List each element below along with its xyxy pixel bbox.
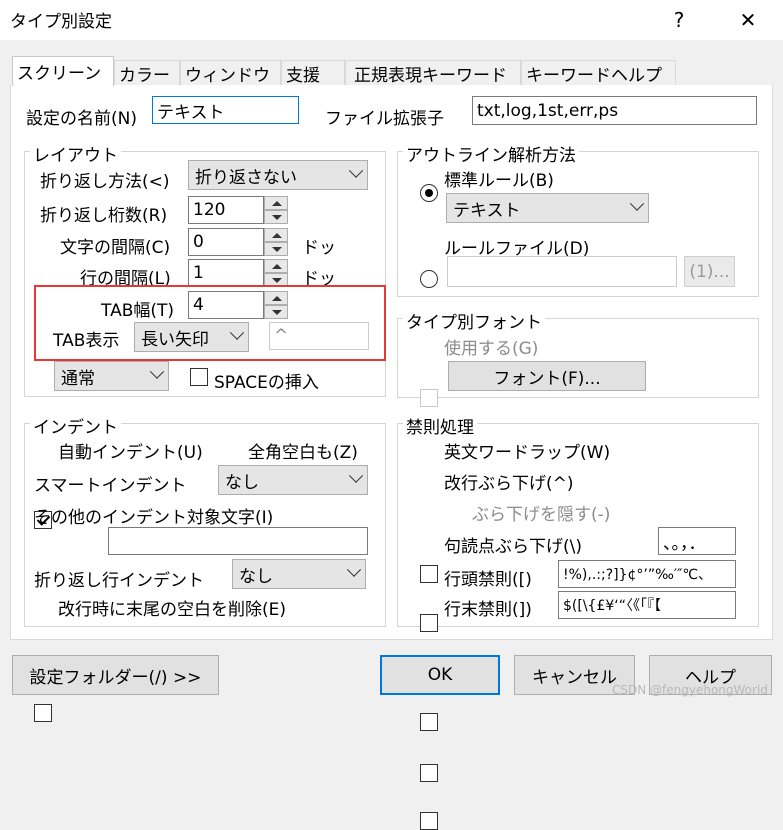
- punct-hang-label: 句読点ぶら下げ(\): [444, 537, 582, 557]
- smart-indent-select[interactable]: なし: [218, 465, 368, 495]
- line-end-label: 行末禁則(]): [444, 600, 532, 620]
- wrap-cols-spinner[interactable]: [264, 196, 288, 224]
- spin-up-icon[interactable]: [264, 259, 288, 273]
- wrap-indent-value: なし: [239, 566, 273, 587]
- wrap-method-label: 折り返し方法(<): [40, 172, 170, 192]
- tab-width-input[interactable]: 4: [188, 291, 264, 319]
- punct-hang-input[interactable]: 、。，．: [658, 527, 736, 555]
- font-use-label: 使用する(G): [444, 339, 539, 359]
- wrap-indent-select[interactable]: なし: [232, 559, 366, 589]
- fullwidth-space-label: 全角空白も(Z): [248, 443, 358, 463]
- help-icon[interactable]: ?: [656, 0, 702, 40]
- other-indent-input[interactable]: [108, 527, 368, 555]
- mode-value: 通常: [61, 368, 95, 389]
- line-spacing-spinner[interactable]: [264, 259, 288, 287]
- line-head-checkbox[interactable]: [420, 764, 438, 782]
- font-use-checkbox[interactable]: [420, 389, 438, 407]
- standard-rule-select[interactable]: テキスト: [446, 193, 649, 223]
- word-wrap-checkbox[interactable]: [420, 565, 438, 583]
- word-wrap-label: 英文ワードラップ(W): [444, 443, 611, 463]
- hide-hang-label: ぶら下げを隠す(-): [472, 505, 611, 525]
- wrap-cols-input[interactable]: 120: [188, 196, 264, 224]
- tab-width-spinner[interactable]: [264, 291, 288, 319]
- punct-hang-checkbox[interactable]: [420, 713, 438, 731]
- line-head-label: 行頭禁則([): [444, 570, 532, 590]
- standard-rule-radio[interactable]: [420, 184, 438, 202]
- tab-char-input[interactable]: ^: [269, 322, 369, 350]
- window-title: タイプ別設定: [10, 12, 112, 32]
- file-ext-input[interactable]: txt,log,1st,err,ps: [472, 96, 757, 125]
- chevron-down-icon: [346, 562, 362, 577]
- layout-group-title: レイアウト: [30, 141, 121, 166]
- tab-screen[interactable]: スクリーン: [12, 56, 114, 86]
- tab-regex-keyword[interactable]: 正規表現キーワード: [345, 60, 521, 86]
- trim-trailing-label: 改行時に末尾の空白を削除(E): [58, 600, 287, 620]
- chevron-down-icon: [348, 468, 364, 483]
- tab-window[interactable]: ウィンドウ: [180, 60, 281, 86]
- kinsoku-group-title: 禁則処理: [403, 413, 477, 438]
- smart-indent-value: なし: [225, 472, 259, 493]
- spin-down-icon[interactable]: [264, 210, 288, 224]
- auto-indent-label: 自動インデント(U): [58, 443, 203, 463]
- chevron-down-icon: [348, 163, 364, 178]
- watermark: CSDN @fengyehongWorld: [612, 683, 768, 697]
- wrap-method-value: 折り返さない: [195, 167, 297, 188]
- tab-display-select[interactable]: 長い矢印: [134, 322, 249, 352]
- smart-indent-label: スマートインデント: [34, 476, 187, 496]
- settings-name-input[interactable]: テキスト: [152, 96, 299, 124]
- spin-up-icon[interactable]: [264, 291, 288, 305]
- line-end-checkbox[interactable]: [420, 812, 438, 830]
- font-button[interactable]: フォント(F)...: [448, 361, 646, 391]
- line-head-input[interactable]: !%),.:;?]}¢°’”‰′″℃、: [558, 560, 736, 588]
- font-group-title: タイプ別フォント: [403, 308, 545, 333]
- tab-display-value: 長い矢印: [141, 329, 209, 350]
- char-spacing-input[interactable]: 0: [188, 228, 264, 256]
- spin-down-icon[interactable]: [264, 242, 288, 256]
- rule-file-input[interactable]: [447, 256, 677, 287]
- standard-rule-label: 標準ルール(B): [444, 171, 554, 191]
- mode-select[interactable]: 通常: [54, 361, 169, 391]
- wrap-method-select[interactable]: 折り返さない: [188, 160, 368, 190]
- outline-group-title: アウトライン解析方法: [403, 141, 579, 166]
- space-insert-checkbox[interactable]: [190, 368, 208, 386]
- tab-display-label: TAB表示: [53, 331, 120, 351]
- settings-folder-button[interactable]: 設定フォルダー(/) >>: [12, 655, 219, 695]
- spin-down-icon[interactable]: [264, 305, 288, 319]
- spin-up-icon[interactable]: [264, 196, 288, 210]
- char-spacing-label: 文字の間隔(C): [60, 238, 171, 258]
- chevron-down-icon: [629, 196, 645, 211]
- ok-button[interactable]: OK: [380, 655, 500, 695]
- tab-color[interactable]: カラー: [114, 60, 180, 86]
- tab-width-label: TAB幅(T): [101, 301, 175, 321]
- chevron-down-icon: [149, 364, 165, 379]
- space-insert-label: SPACEの挿入: [214, 373, 319, 393]
- rule-file-radio[interactable]: [420, 270, 438, 288]
- trim-trailing-checkbox[interactable]: [34, 704, 52, 722]
- file-ext-label: ファイル拡張子: [325, 109, 444, 129]
- wrap-indent-label: 折り返し行インデント: [34, 571, 204, 591]
- close-icon[interactable]: ✕: [725, 0, 771, 40]
- rule-file-browse-button[interactable]: (1)...: [684, 256, 735, 287]
- tab-keyword-help[interactable]: キーワードヘルプ: [521, 60, 676, 86]
- tab-support[interactable]: 支援: [281, 60, 345, 86]
- other-indent-label: その他のインデント対象文字(I): [34, 508, 274, 528]
- hang-newline-checkbox[interactable]: [420, 614, 438, 632]
- line-end-input[interactable]: $([\{£¥‘“〈《「『【: [558, 591, 736, 619]
- line-spacing-input[interactable]: 1: [188, 259, 264, 287]
- settings-name-label: 設定の名前(N): [26, 109, 137, 129]
- chevron-down-icon: [229, 325, 245, 340]
- indent-group-title: インデント: [30, 413, 121, 438]
- char-spacing-spinner[interactable]: [264, 228, 288, 256]
- wrap-cols-label: 折り返し桁数(R): [40, 206, 168, 226]
- standard-rule-value: テキスト: [453, 200, 521, 221]
- spin-up-icon[interactable]: [264, 228, 288, 242]
- hang-newline-label: 改行ぶら下げ(^): [444, 474, 574, 494]
- char-spacing-unit: ドッ: [302, 238, 336, 258]
